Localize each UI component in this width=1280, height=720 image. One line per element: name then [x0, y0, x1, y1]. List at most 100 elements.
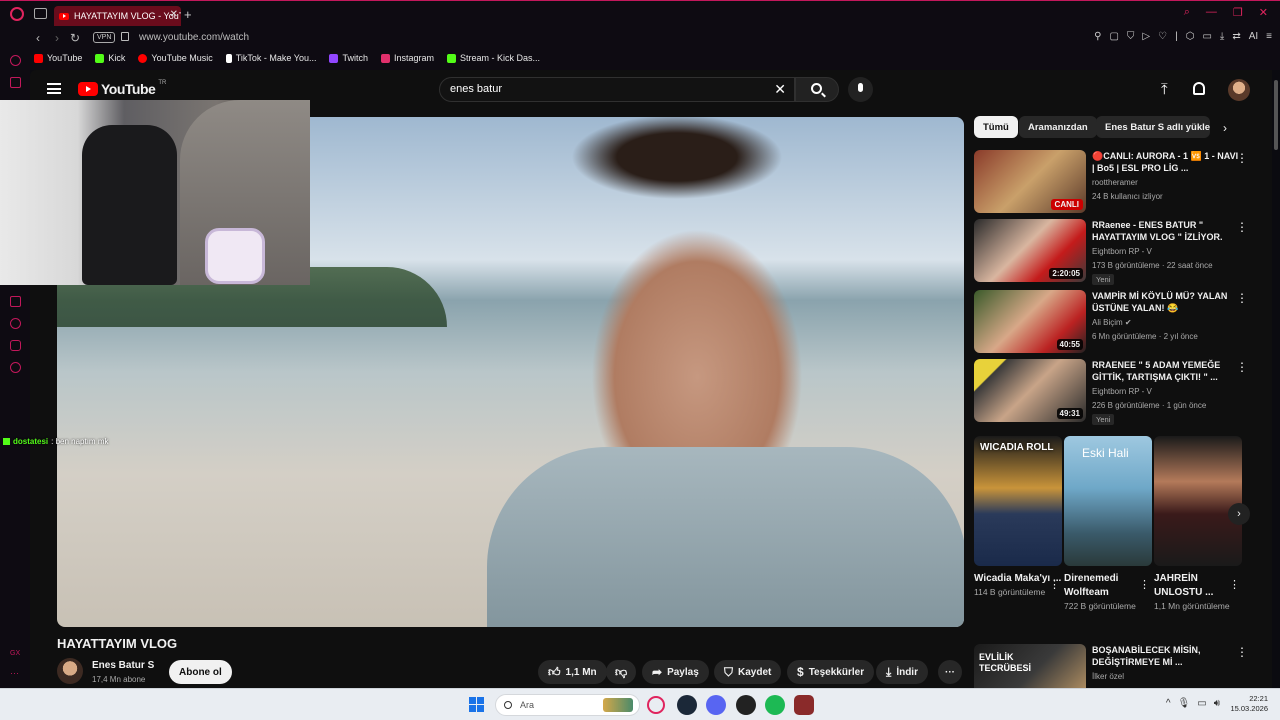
hamburger-menu-icon[interactable]: [47, 83, 61, 94]
thanks-button[interactable]: $ Teşekkürler: [787, 660, 875, 684]
recommendation-title[interactable]: VAMPİR Mİ KÖYLÜ MÜ? YALAN ÜSTÜNE YALAN! …: [1092, 290, 1240, 314]
account-avatar[interactable]: [1228, 79, 1250, 101]
reload-icon[interactable]: ↻: [70, 31, 80, 45]
bookmark-instagram[interactable]: Instagram: [380, 53, 434, 63]
recommendation-title[interactable]: 🔴CANLI: AURORA - 1 🆚 1 - NAVI | Bo5 | ES…: [1092, 150, 1240, 174]
video-thumbnail[interactable]: 40:55: [974, 290, 1086, 353]
restore-icon[interactable]: ❐: [1233, 6, 1243, 19]
chip-all[interactable]: Tümü: [974, 116, 1018, 138]
shield-icon[interactable]: ⛉: [1127, 31, 1135, 42]
active-tab[interactable]: HAYATTAYIM VLOG - YouT ✕: [54, 6, 181, 26]
chip-from-search[interactable]: Aramanızdan: [1019, 116, 1097, 138]
pinboard-icon[interactable]: [10, 296, 21, 307]
shorts-next-button[interactable]: ›: [1228, 503, 1250, 525]
recommendation-title[interactable]: RRaenee - ENES BATUR " HAYATTAYIM VLOG "…: [1092, 219, 1240, 243]
subscribe-button[interactable]: Abone ol: [169, 660, 232, 684]
tab-close-icon[interactable]: ✕: [170, 9, 178, 20]
url-field[interactable]: www.youtube.com/watch: [139, 32, 249, 43]
opera-logo-icon[interactable]: [10, 7, 24, 21]
channel-name[interactable]: Enes Batur S: [92, 660, 154, 671]
search-button[interactable]: [795, 77, 839, 102]
video-thumbnail[interactable]: 49:31: [974, 359, 1086, 422]
bookmark-kick[interactable]: Kick: [95, 53, 125, 63]
recommendation-channel[interactable]: İlker özel: [1092, 672, 1124, 681]
video-thumbnail[interactable]: CANLI: [974, 150, 1086, 213]
page-scrollbar[interactable]: [1274, 80, 1278, 150]
vpn-badge[interactable]: VPN: [93, 32, 116, 43]
app-taskbar-icon[interactable]: [794, 695, 814, 715]
messenger-icon[interactable]: [10, 77, 21, 88]
windows-start-icon[interactable]: [469, 697, 484, 712]
history-icon[interactable]: [10, 318, 21, 329]
discord-taskbar-icon[interactable]: [706, 695, 726, 715]
bookmark-tiktok[interactable]: TikTok - Make You...: [225, 53, 316, 63]
gx-corner-icon[interactable]: [10, 55, 21, 66]
download-button[interactable]: ⤓ İndir: [876, 660, 928, 684]
play-icon[interactable]: ▷: [1142, 31, 1150, 42]
recommendation-channel[interactable]: Ali Biçim ✔: [1092, 318, 1132, 327]
recommendation-item[interactable]: 49:31 RRAENEE " 5 ADAM YEMEĞE GİTTİK, TA…: [974, 359, 1264, 425]
chevron-up-icon[interactable]: ^: [1166, 698, 1171, 709]
bookmark-youtube-music[interactable]: YouTube Music: [138, 53, 213, 63]
like-button[interactable]: 👍︎ 1,1 Mn: [538, 660, 607, 684]
spotify-taskbar-icon[interactable]: [765, 695, 785, 715]
more-vertical-icon[interactable]: ⋮: [1229, 578, 1240, 591]
lock-icon[interactable]: [121, 32, 129, 41]
new-tab-button[interactable]: +: [184, 7, 192, 22]
obs-taskbar-icon[interactable]: [736, 695, 756, 715]
recommendation-channel[interactable]: roottheramer: [1092, 178, 1138, 187]
aria-ai-button[interactable]: AI: [1249, 31, 1258, 42]
download-icon[interactable]: ⤓: [1220, 31, 1224, 42]
opera-gx-taskbar-icon[interactable]: [647, 696, 665, 714]
recommendation-item[interactable]: CANLI 🔴CANLI: AURORA - 1 🆚 1 - NAVI | Bo…: [974, 150, 1264, 214]
short-thumbnail[interactable]: Eski Hali: [1064, 436, 1152, 566]
bookmark-twitch[interactable]: Twitch: [329, 53, 368, 63]
clock[interactable]: 22:21 15.03.2026: [1230, 694, 1268, 714]
recommendation-channel[interactable]: Eightborn RP - V: [1092, 247, 1152, 256]
recommendation-item[interactable]: 40:55 VAMPİR Mİ KÖYLÜ MÜ? YALAN ÜSTÜNE Y…: [974, 290, 1264, 354]
close-window-icon[interactable]: ✕: [1259, 6, 1268, 19]
youtube-logo[interactable]: YouTube TR: [78, 80, 166, 97]
bookmark-youtube[interactable]: YouTube: [34, 53, 82, 63]
video-thumbnail[interactable]: EVLİLİK TECRÜBESİ: [974, 644, 1086, 688]
bookmark-kick-dashboard[interactable]: Stream - Kick Das...: [447, 53, 540, 63]
recommendation-item[interactable]: EVLİLİK TECRÜBESİ BOŞANABİLECEK MİSİN, D…: [974, 644, 1264, 688]
voice-search-button[interactable]: [848, 77, 873, 102]
more-vertical-icon[interactable]: ⋮: [1236, 645, 1248, 659]
share-button[interactable]: ➦ Paylaş: [642, 660, 709, 684]
short-thumbnail[interactable]: WICADIA ROLL: [974, 436, 1062, 566]
taskbar-search[interactable]: Ara: [495, 694, 640, 716]
video-thumbnail[interactable]: 2:20:05: [974, 219, 1086, 282]
short-thumbnail[interactable]: [1154, 436, 1242, 566]
network-icon[interactable]: ▭: [1197, 698, 1206, 709]
more-vertical-icon[interactable]: ⋮: [1236, 360, 1248, 374]
short-item[interactable]: Eski Hali Direnemedi Wolfteam 722 B görü…: [1064, 436, 1152, 612]
more-actions-button[interactable]: ···: [938, 660, 962, 684]
settings-icon[interactable]: [10, 362, 21, 373]
notifications-bell-icon[interactable]: [1193, 82, 1205, 95]
more-vertical-icon[interactable]: ⋮: [1236, 151, 1248, 165]
dislike-button[interactable]: 👎︎: [606, 660, 637, 684]
upload-icon[interactable]: ⤒: [1161, 81, 1168, 98]
search-tabs-icon[interactable]: ⌕: [1184, 6, 1190, 19]
clear-search-icon[interactable]: ✕: [774, 81, 786, 98]
microphone-icon[interactable]: 🎙︎: [1178, 698, 1191, 709]
recommendation-item[interactable]: 2:20:05 RRaenee - ENES BATUR " HAYATTAYI…: [974, 219, 1264, 285]
recommendation-title[interactable]: RRAENEE " 5 ADAM YEMEĞE GİTTİK, TARTIŞMA…: [1092, 359, 1240, 383]
volume-icon[interactable]: 🔊︎: [1214, 698, 1220, 709]
chip-channel-uploads[interactable]: Enes Batur S adlı yükley: [1096, 116, 1210, 138]
heart-icon[interactable]: ♡: [1158, 31, 1167, 42]
more-vertical-icon[interactable]: ⋮: [1049, 578, 1060, 591]
chevron-right-icon[interactable]: ›: [1223, 121, 1227, 135]
short-item[interactable]: WICADIA ROLL Wicadia Maka'yı ... 114 B g…: [974, 436, 1062, 598]
recommendation-channel[interactable]: Eightborn RP - V: [1092, 387, 1152, 396]
channel-avatar[interactable]: [57, 658, 83, 684]
more-icon[interactable]: ···: [10, 668, 19, 678]
tab-islands-icon[interactable]: [34, 8, 47, 19]
easy-setup-icon[interactable]: ⇄: [1232, 31, 1240, 42]
extensions-sidebar-icon[interactable]: [10, 340, 21, 351]
save-button[interactable]: ⛉ Kaydet: [714, 660, 782, 684]
extensions-icon[interactable]: ⬡: [1186, 31, 1195, 42]
short-item[interactable]: JAHREİN UNLOSTU ... 1,1 Mn görüntüleme ⋮: [1154, 436, 1242, 612]
more-vertical-icon[interactable]: ⋮: [1139, 578, 1150, 591]
